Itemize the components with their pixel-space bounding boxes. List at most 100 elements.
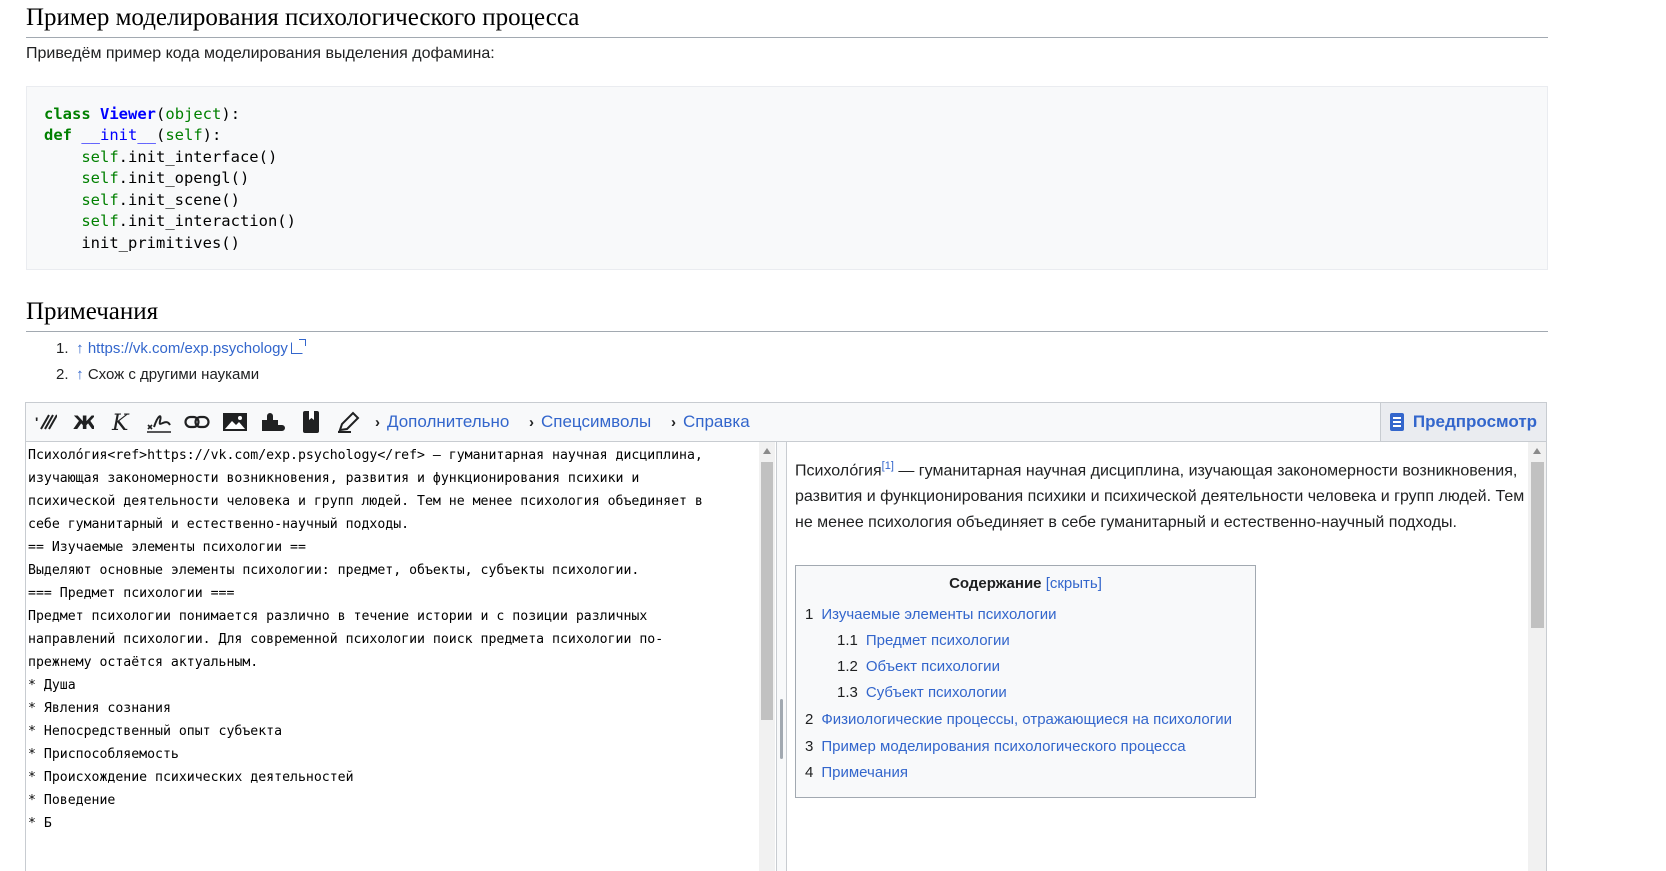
toc-item[interactable]: 1.2 Объект психологии (837, 658, 1000, 675)
code-builtin: self (165, 126, 203, 144)
reference-link[interactable]: https://vk.com/exp.psychology (88, 340, 288, 357)
table-of-contents: Содержание [скрыть] 1 Изучаемые элементы … (795, 565, 1256, 798)
reference-number: 2. (56, 366, 69, 383)
reference-text: Схож с другими науками (87, 366, 260, 383)
code-builtin: self (81, 169, 119, 187)
section-heading-model: Пример моделирования психологического пр… (26, 3, 1548, 38)
toolbar-group-special-chars[interactable]: › Спецсимволы (529, 403, 651, 441)
scroll-up-icon[interactable] (1533, 448, 1541, 454)
code-punct: ( (156, 105, 166, 123)
source-line: Психоло́гия<ref>https://vk.com/exp.psych… (28, 448, 703, 463)
preview-text: — гуманитарная научная дисциплина, изуча… (795, 462, 1524, 532)
source-line: * Поведение (28, 793, 116, 808)
source-line: изучающая закономерности возникновения, … (28, 471, 640, 486)
toc-title-row: Содержание [скрыть] (796, 575, 1255, 592)
source-line: * Непосредственный опыт субъекта (28, 724, 283, 739)
preview-scrollbar[interactable] (1528, 442, 1546, 871)
toc-title: Содержание (949, 575, 1042, 592)
reference-item: 2. ↑ Схож с другими науками (56, 364, 303, 390)
back-link-arrow[interactable]: ↑ (76, 366, 84, 383)
svg-text:Ж: Ж (73, 412, 94, 432)
code-builtin: self (81, 191, 119, 209)
code-keyword: class (44, 105, 91, 123)
bookmark-icon[interactable] (292, 403, 330, 441)
chevron-right-icon: › (375, 414, 380, 431)
toc-item[interactable]: 4 Примечания (805, 764, 908, 781)
source-line: Предмет психологии понимается различно в… (28, 609, 648, 624)
source-line: === Предмет психологии === (28, 586, 235, 601)
code-text: .init_opengl() (118, 169, 250, 187)
source-line: * Происхождение психических деятельносте… (28, 770, 354, 785)
source-line: * Б (28, 816, 52, 831)
code-line: init_primitives() (44, 233, 240, 254)
toolbar-group-label: Дополнительно (387, 412, 510, 431)
svg-text:': ' (35, 414, 38, 430)
toc-hide-toggle[interactable]: [скрыть] (1046, 575, 1102, 592)
chevron-right-icon: › (671, 414, 676, 431)
preview-term: Психоло́гия (795, 462, 882, 480)
signature-icon[interactable] (140, 403, 178, 441)
footnote-link[interactable]: [1] (882, 460, 894, 472)
references-list: 1. ↑ https://vk.com/exp.psychology 2. ↑ … (56, 338, 306, 390)
chevron-right-icon: › (529, 414, 534, 431)
reference-item: 1. ↑ https://vk.com/exp.psychology (56, 338, 306, 364)
italic-icon[interactable]: K (102, 403, 140, 441)
source-line: психической деятельности человека и груп… (28, 494, 703, 509)
toc-item[interactable]: 1.3 Субъект психологии (837, 684, 1007, 701)
editor-toolbar: ' Ж K › Дополнительно › Спецсимволы › Справ… (26, 403, 1546, 442)
code-keyword: def (44, 126, 72, 144)
code-builtin: self (81, 148, 119, 166)
puzzle-icon[interactable] (254, 403, 292, 441)
scroll-up-icon[interactable] (763, 448, 771, 454)
code-text: .init_interface() (118, 148, 278, 166)
code-text: .init_scene() (118, 191, 240, 209)
source-line: Выделяют основные элементы психологии: п… (28, 563, 640, 578)
pane-resize-handle[interactable] (776, 442, 787, 871)
code-builtin: self (81, 212, 119, 230)
svg-text:K: K (111, 411, 130, 433)
toc-item[interactable]: 3 Пример моделирования психологического п… (805, 738, 1186, 755)
preview-button-label: Предпросмотр (1412, 412, 1538, 431)
image-icon[interactable] (216, 403, 254, 441)
code-punct: ( (156, 126, 166, 144)
code-text: .init_interaction() (118, 212, 296, 230)
bold-icon[interactable]: Ж (64, 403, 102, 441)
toolbar-group-advanced[interactable]: › Дополнительно (375, 403, 509, 441)
toc-item[interactable]: 2 Физиологические процессы, отражающиеся … (805, 711, 1232, 728)
source-scrollbar[interactable] (759, 442, 775, 871)
source-line: себе гуманитарный и естественно-научный … (28, 517, 410, 532)
toc-item[interactable]: 1 Изучаемые элементы психологии (805, 606, 1056, 623)
source-line: * Душа (28, 678, 76, 693)
back-link-arrow[interactable]: ↑ (76, 340, 84, 357)
source-line: == Изучаемые элементы психологии == (28, 540, 306, 555)
code-block: class Viewer(object): def __init__(self)… (26, 86, 1548, 270)
scrollbar-thumb[interactable] (761, 462, 773, 720)
intro-text: Приведём пример кода моделирования выдел… (26, 45, 495, 62)
source-line: * Приспособляемость (28, 747, 179, 762)
code-line: self.init_interaction() (44, 211, 296, 232)
preview-button[interactable]: Предпросмотр (1380, 403, 1546, 441)
resize-grip-icon (780, 699, 783, 759)
code-line: class Viewer(object): (44, 104, 240, 125)
toolbar-group-help[interactable]: › Справка (671, 403, 750, 441)
document-icon (1389, 413, 1404, 431)
code-line: self.init_opengl() (44, 168, 249, 189)
reference-number: 1. (56, 340, 69, 357)
source-line: прежнему остаётся актуальным. (28, 655, 259, 670)
source-line: * Явления сознания (28, 701, 171, 716)
format-icon[interactable]: ' (27, 403, 65, 441)
toolbar-group-label: Спецсимволы (541, 412, 652, 431)
external-link-icon (290, 339, 306, 354)
source-line: направлений психологии. Для современной … (28, 632, 664, 647)
preview-paragraph: Психоло́гия[1] — гуманитарная научная ди… (795, 453, 1524, 536)
wikitext-textarea[interactable]: Психоло́гия<ref>https://vk.com/exp.psych… (26, 442, 758, 871)
code-line: def __init__(self): (44, 125, 221, 146)
scrollbar-thumb[interactable] (1531, 462, 1544, 628)
pen-icon[interactable] (330, 403, 368, 441)
link-icon[interactable] (178, 403, 216, 441)
section-heading-notes: Примечания (26, 297, 1548, 332)
code-builtin: object (165, 105, 222, 123)
toc-item[interactable]: 1.1 Предмет психологии (837, 632, 1010, 649)
code-line: self.init_scene() (44, 190, 240, 211)
code-text: init_primitives() (81, 234, 240, 252)
